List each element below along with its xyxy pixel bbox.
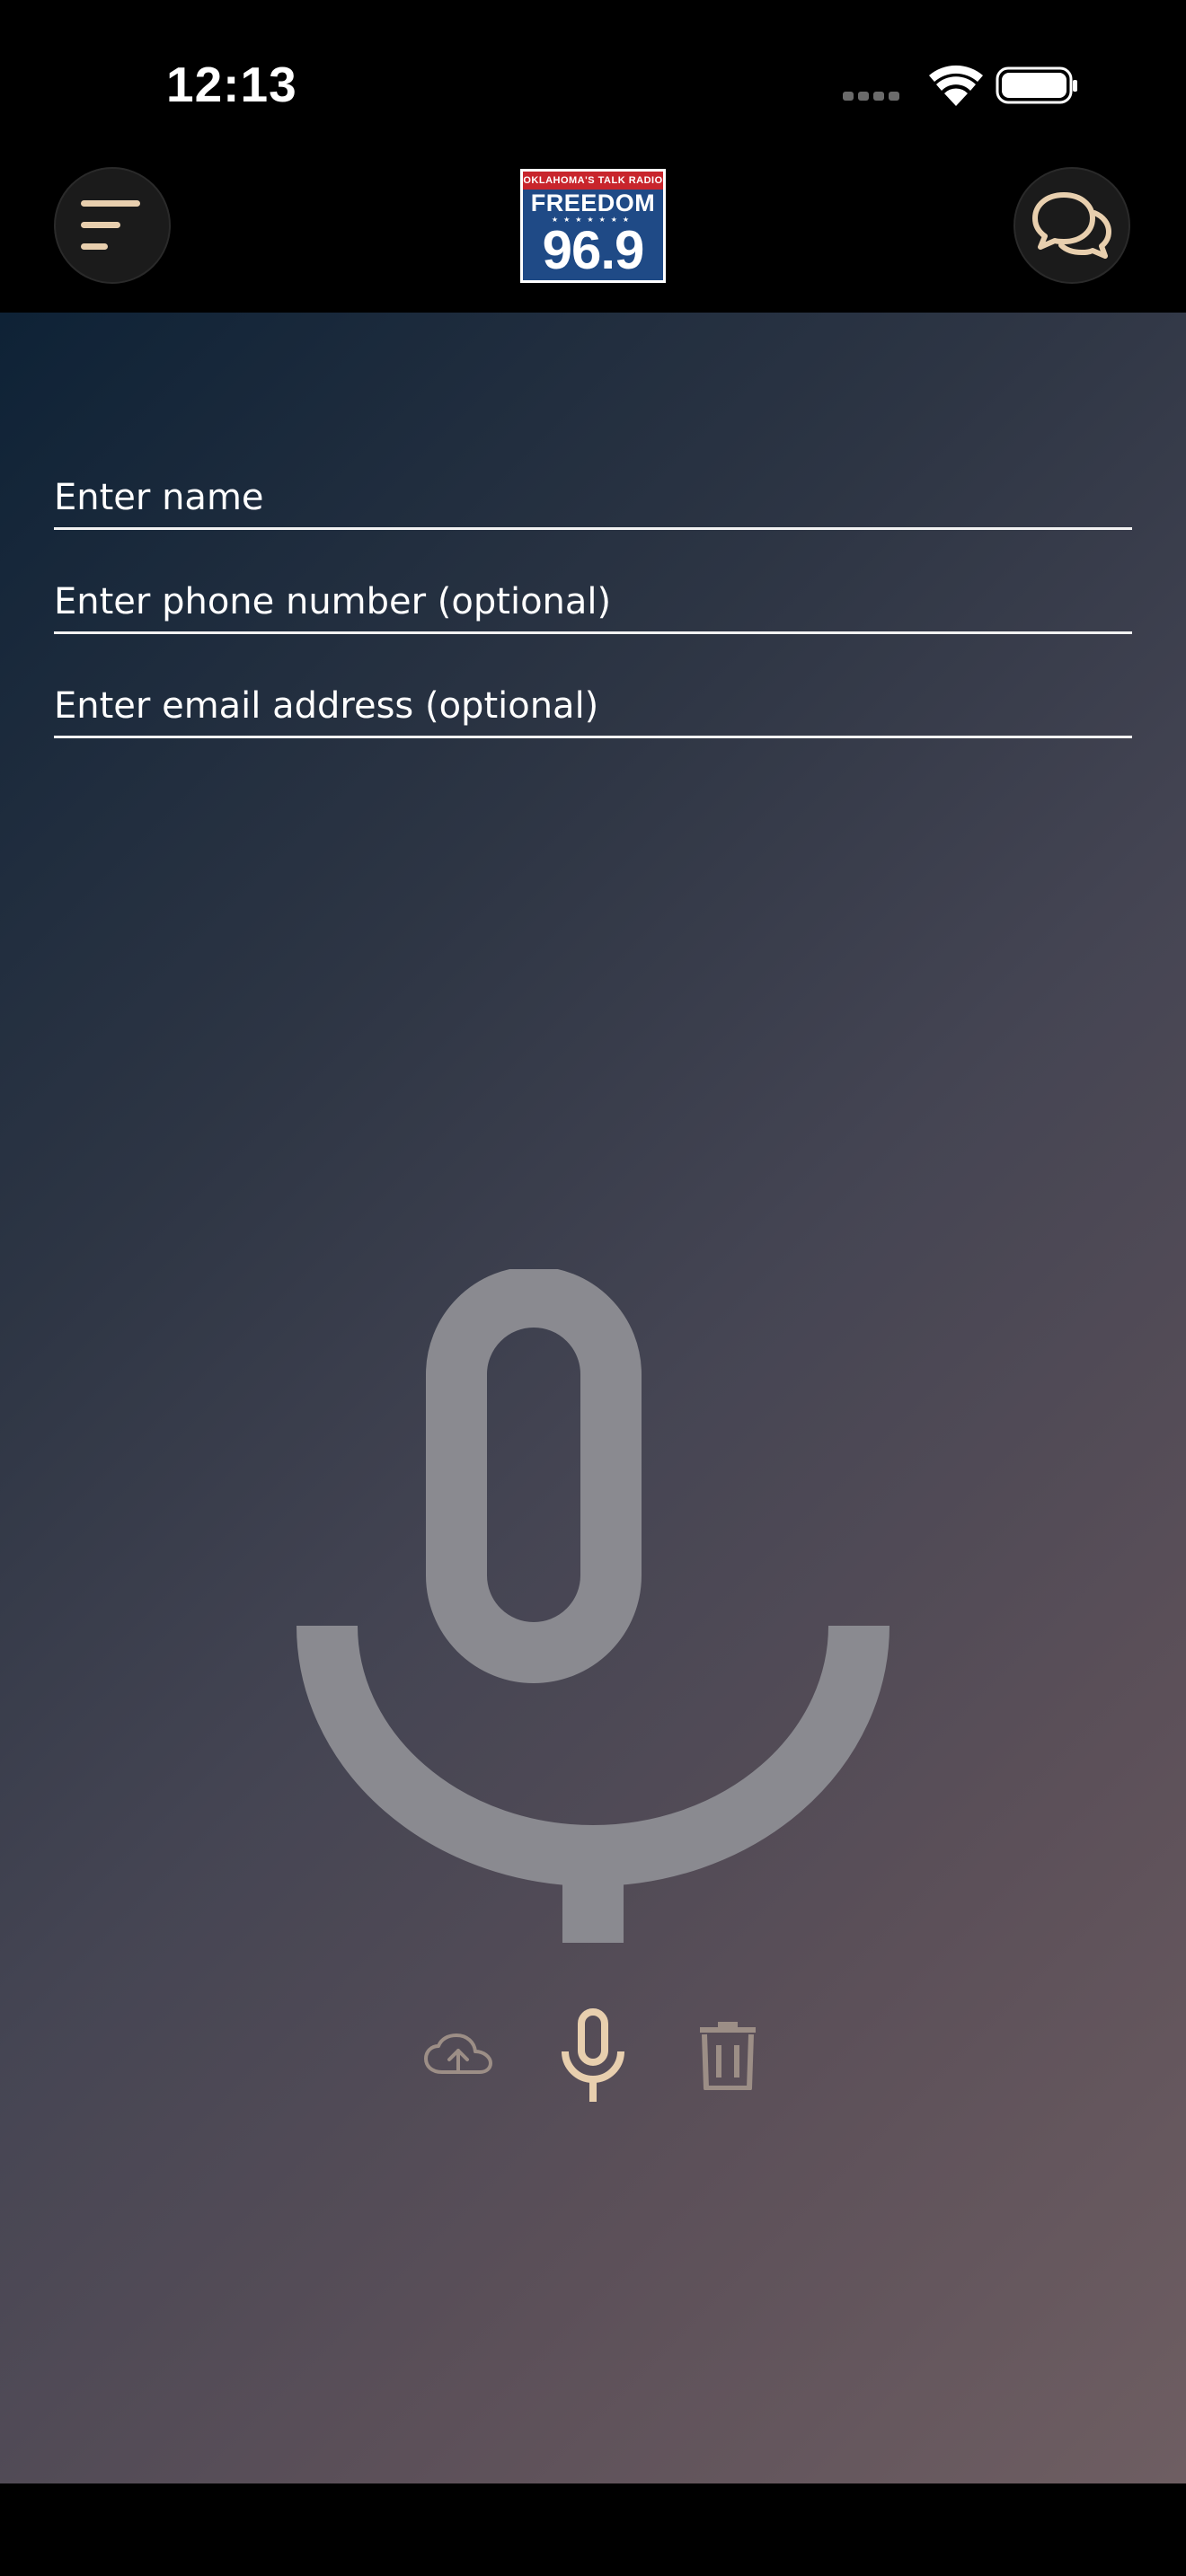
cloud-upload-icon — [424, 2033, 492, 2074]
logo-tagline: OKLAHOMA'S TALK RADIO — [523, 172, 663, 190]
recording-content — [0, 313, 1186, 2483]
recorder-controls — [0, 2006, 1186, 2104]
bottom-bar — [0, 2483, 1186, 2576]
logo-frequency: 96.9 — [542, 220, 645, 280]
status-bar: 12:13 — [0, 0, 1186, 162]
record-button[interactable] — [557, 2006, 629, 2104]
battery-icon — [996, 66, 1077, 104]
voice-message-screen: 12:13 OKLAHOMA'S TALK RADIO FREEDOM ★★★★… — [0, 0, 1186, 2576]
signal-dots-icon — [843, 92, 899, 101]
microphone-icon — [562, 2008, 624, 2102]
name-field — [54, 467, 1132, 530]
phone-input[interactable] — [54, 575, 1132, 629]
delete-button[interactable] — [692, 2019, 764, 2091]
email-input[interactable] — [54, 679, 1132, 733]
status-icons — [843, 65, 1077, 106]
chat-bubbles-icon — [1032, 192, 1111, 259]
name-input[interactable] — [54, 471, 1132, 525]
email-field — [54, 675, 1132, 738]
status-time: 12:13 — [166, 57, 297, 112]
menu-button[interactable] — [54, 167, 171, 284]
menu-icon — [81, 200, 140, 250]
phone-field — [54, 571, 1132, 634]
logo-name: FREEDOM — [530, 190, 656, 216]
trash-icon — [700, 2022, 756, 2090]
chat-button[interactable] — [1013, 167, 1130, 284]
wifi-icon — [929, 65, 983, 106]
microphone-icon — [296, 1269, 890, 1943]
upload-button[interactable] — [422, 2024, 494, 2086]
station-logo: OKLAHOMA'S TALK RADIO FREEDOM ★★★★★★★ 96… — [520, 169, 666, 283]
